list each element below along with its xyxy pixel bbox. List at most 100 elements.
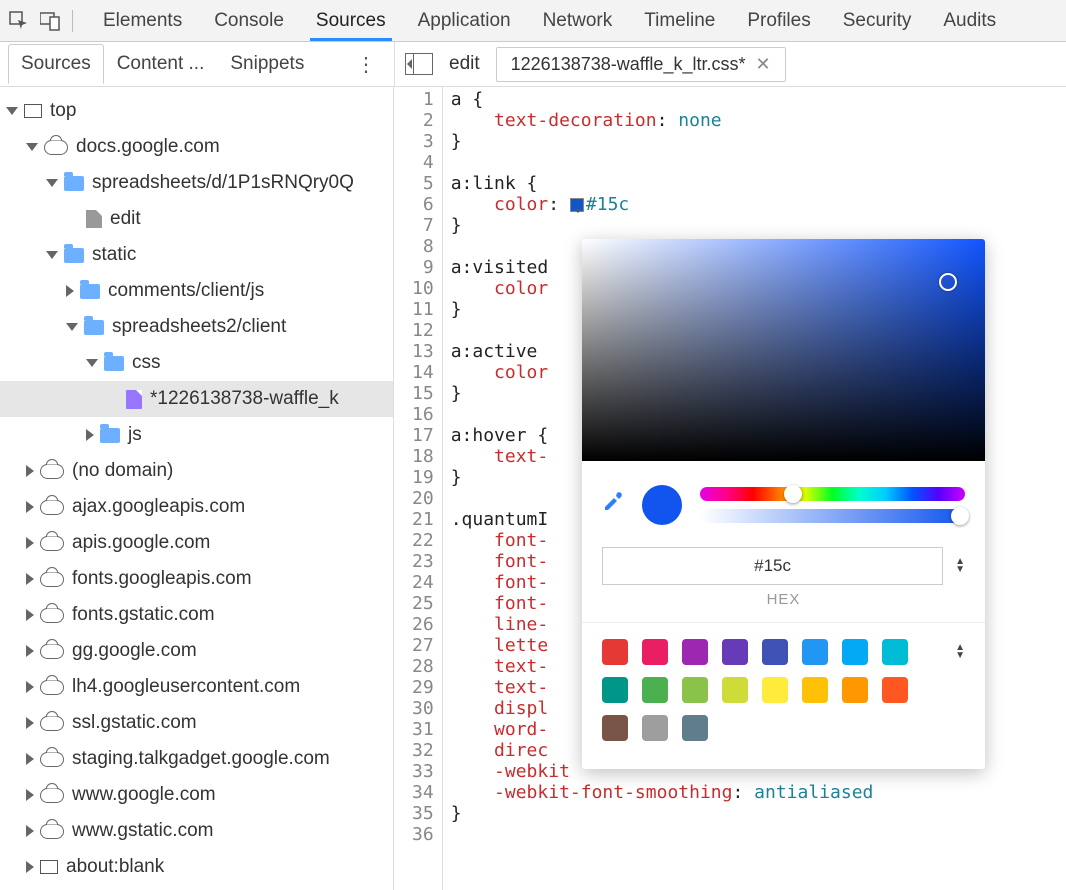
main-tabs: Elements Console Sources Application Net… xyxy=(89,2,1010,40)
cloud-icon xyxy=(44,140,68,155)
tree-folder[interactable]: comments/client/js xyxy=(0,273,393,309)
inspect-icon[interactable] xyxy=(8,10,30,32)
palette-swatch[interactable] xyxy=(682,639,708,665)
subtab-sources[interactable]: Sources xyxy=(8,44,104,84)
folder-icon xyxy=(64,248,84,263)
cloud-icon xyxy=(40,824,64,839)
tree-domain[interactable]: apis.google.com xyxy=(0,525,393,561)
folder-icon xyxy=(84,320,104,335)
format-switcher[interactable]: ▲▼ xyxy=(955,559,965,573)
folder-icon xyxy=(100,428,120,443)
tab-security[interactable]: Security xyxy=(829,2,926,40)
tree-domain[interactable]: (no domain) xyxy=(0,453,393,489)
palette-swatch[interactable] xyxy=(842,639,868,665)
tree-folder[interactable]: css xyxy=(0,345,393,381)
tab-elements[interactable]: Elements xyxy=(89,2,196,40)
tree-domain[interactable]: fonts.gstatic.com xyxy=(0,597,393,633)
line-numbers: 1234567891011121314151617181920212223242… xyxy=(394,87,443,890)
tree-domain[interactable]: docs.google.com xyxy=(0,129,393,165)
open-file-tab[interactable]: edit xyxy=(449,53,480,75)
cloud-icon xyxy=(40,680,64,695)
color-swatch[interactable] xyxy=(570,198,584,212)
tree-domain[interactable]: fonts.googleapis.com xyxy=(0,561,393,597)
tree-file-selected[interactable]: *1226138738-waffle_k xyxy=(0,381,393,417)
tree-folder[interactable]: spreadsheets/d/1P1sRNQry0Q xyxy=(0,165,393,201)
cloud-icon xyxy=(40,572,64,587)
subtab-snippets[interactable]: Snippets xyxy=(217,44,317,84)
palette-swatch[interactable] xyxy=(642,715,668,741)
tree-domain[interactable]: lh4.googleusercontent.com xyxy=(0,669,393,705)
cloud-icon xyxy=(40,752,64,767)
palette-swatch[interactable] xyxy=(682,677,708,703)
toggle-navigator-icon[interactable] xyxy=(405,53,433,75)
palette-swatch[interactable] xyxy=(802,677,828,703)
alpha-handle[interactable] xyxy=(951,507,969,525)
palette-swatch[interactable] xyxy=(642,677,668,703)
color-picker: ▲▼ HEX ▲▼ xyxy=(582,239,985,769)
palette-swatch[interactable] xyxy=(602,677,628,703)
tree-top[interactable]: top xyxy=(0,93,393,129)
tree-domain[interactable]: staging.talkgadget.google.com xyxy=(0,741,393,777)
open-file-tab-active[interactable]: 1226138738-waffle_k_ltr.css* ✕ xyxy=(496,47,786,82)
tree-folder[interactable]: js xyxy=(0,417,393,453)
cloud-icon xyxy=(40,788,64,803)
folder-icon xyxy=(64,176,84,191)
tree-domain[interactable]: ajax.googleapis.com xyxy=(0,489,393,525)
current-color-swatch xyxy=(642,485,682,525)
alpha-slider[interactable] xyxy=(700,509,965,523)
cloud-icon xyxy=(40,644,64,659)
cloud-icon xyxy=(40,500,64,515)
tab-application[interactable]: Application xyxy=(404,2,525,40)
saturation-handle[interactable] xyxy=(939,273,957,291)
css-file-icon xyxy=(126,390,142,409)
frame-icon xyxy=(24,104,42,118)
cloud-icon xyxy=(40,536,64,551)
tree-folder[interactable]: static xyxy=(0,237,393,273)
tree-domain[interactable]: www.gstatic.com xyxy=(0,813,393,849)
hue-slider[interactable] xyxy=(700,487,965,501)
palette-swatch[interactable] xyxy=(802,639,828,665)
tab-profiles[interactable]: Profiles xyxy=(733,2,824,40)
palette-switcher[interactable]: ▲▼ xyxy=(955,645,965,659)
tree-domain[interactable]: gg.google.com xyxy=(0,633,393,669)
palette-swatch[interactable] xyxy=(882,677,908,703)
palette-swatch[interactable] xyxy=(602,715,628,741)
palette-swatch[interactable] xyxy=(722,639,748,665)
palette-swatch[interactable] xyxy=(722,677,748,703)
palette-swatch[interactable] xyxy=(842,677,868,703)
tree-file[interactable]: edit xyxy=(0,201,393,237)
palette-swatch[interactable] xyxy=(762,639,788,665)
hex-input[interactable] xyxy=(602,547,943,585)
folder-icon xyxy=(80,284,100,299)
palette-swatch[interactable] xyxy=(642,639,668,665)
folder-icon xyxy=(104,356,124,371)
devtools-toolbar: Elements Console Sources Application Net… xyxy=(0,0,1066,42)
close-icon[interactable]: ✕ xyxy=(755,54,770,75)
cloud-icon xyxy=(40,716,64,731)
palette-swatch[interactable] xyxy=(882,639,908,665)
tab-timeline[interactable]: Timeline xyxy=(630,2,729,40)
tab-audits[interactable]: Audits xyxy=(929,2,1010,40)
subtab-content[interactable]: Content ... xyxy=(104,44,218,84)
color-palette: ▲▼ xyxy=(582,622,985,769)
device-mode-icon[interactable] xyxy=(40,10,62,32)
content-area: top docs.google.com spreadsheets/d/1P1sR… xyxy=(0,87,1066,890)
tree-folder[interactable]: spreadsheets2/client xyxy=(0,309,393,345)
tab-console[interactable]: Console xyxy=(200,2,298,40)
tree-domain[interactable]: www.google.com xyxy=(0,777,393,813)
format-label: HEX xyxy=(602,591,965,608)
palette-swatch[interactable] xyxy=(682,715,708,741)
document-icon xyxy=(86,210,102,228)
more-icon[interactable]: ⋮ xyxy=(346,52,386,77)
tab-network[interactable]: Network xyxy=(529,2,627,40)
tree-domain[interactable]: ssl.gstatic.com xyxy=(0,705,393,741)
palette-swatch[interactable] xyxy=(762,677,788,703)
eyedropper-icon[interactable] xyxy=(602,491,624,519)
tree-frame[interactable]: about:blank xyxy=(0,849,393,885)
tab-label: 1226138738-waffle_k_ltr.css* xyxy=(511,54,746,75)
saturation-panel[interactable] xyxy=(582,239,985,461)
frame-icon xyxy=(40,860,58,874)
hue-handle[interactable] xyxy=(784,485,802,503)
tab-sources[interactable]: Sources xyxy=(302,2,400,40)
palette-swatch[interactable] xyxy=(602,639,628,665)
